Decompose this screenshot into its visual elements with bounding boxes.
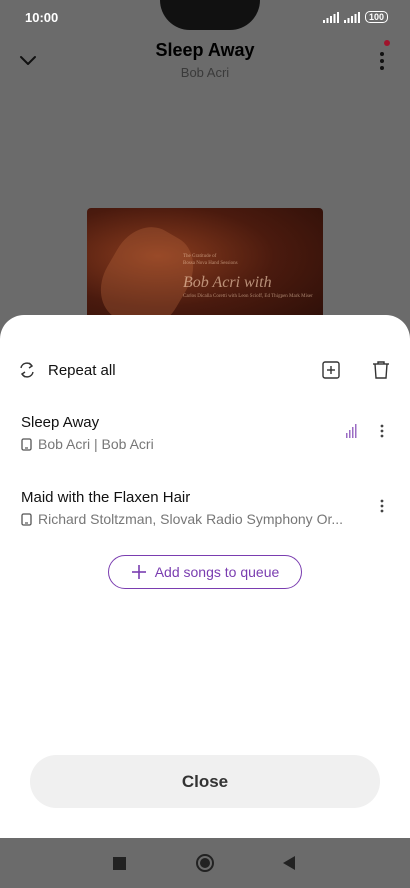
repeat-mode-label[interactable]: Repeat all — [48, 362, 116, 379]
add-songs-button[interactable]: Add songs to queue — [108, 555, 302, 589]
battery-indicator: 100 — [364, 11, 388, 23]
add-to-queue-icon[interactable] — [320, 359, 342, 381]
camera-notch — [160, 0, 260, 30]
song-title: Sleep Away — [155, 40, 255, 60]
home-icon[interactable] — [195, 853, 215, 873]
queue-toolbar: Repeat all — [0, 355, 410, 385]
back-icon[interactable] — [282, 855, 296, 871]
album-text-name: Bob Acri with — [183, 274, 272, 291]
more-vert-icon[interactable] — [372, 46, 392, 74]
album-art: The Gratitude of Bossa Nova Hand Session… — [87, 208, 323, 328]
device-icon — [21, 512, 32, 526]
song-artist: Bob Acri — [180, 65, 230, 80]
album-text-line2: Bossa Nova Hand Sessions — [183, 261, 238, 266]
navigation-bar — [0, 838, 410, 888]
queue-item-subtitle: Richard Stoltzman, Slovak Radio Symphony… — [21, 511, 343, 527]
album-text-line3: Carlos Dicalla Coretti with Leon Scioff,… — [183, 294, 313, 299]
recents-icon[interactable] — [113, 857, 126, 870]
status-bar: 10:00 100 — [0, 0, 410, 36]
player-header: Sleep Away Bob Acri — [0, 38, 410, 88]
queue-item-artist: Bob Acri | Bob Acri — [38, 436, 154, 452]
queue-item-artist: Richard Stoltzman, Slovak Radio Symphony… — [38, 511, 344, 527]
signal-icon-2 — [343, 11, 360, 23]
queue-item-title: Maid with the Flaxen Hair — [21, 489, 191, 506]
notification-dot — [384, 40, 390, 46]
album-text-line1: The Gratitude of — [183, 254, 217, 259]
album-art-shape — [87, 214, 207, 328]
equalizer-icon — [346, 424, 357, 438]
repeat-icon[interactable] — [17, 360, 37, 380]
add-songs-label: Add songs to queue — [154, 564, 280, 580]
status-icons: 100 — [322, 11, 388, 23]
signal-icon — [322, 11, 339, 23]
queue-item-subtitle: Bob Acri | Bob Acri — [21, 436, 154, 452]
clock: 10:00 — [25, 10, 59, 25]
music-player-screen: 10:00 100 Sleep Away Bob Acri The Gratit… — [0, 0, 410, 888]
close-button[interactable]: Close — [30, 755, 380, 808]
queue-sheet: Repeat all Sleep Away Bob Acri | Bob Acr… — [0, 315, 410, 838]
more-vert-icon[interactable] — [373, 497, 391, 515]
more-vert-icon[interactable] — [373, 422, 391, 440]
queue-item[interactable]: Sleep Away Bob Acri | Bob Acri — [0, 414, 410, 474]
queue-item-title: Sleep Away — [21, 414, 100, 431]
plus-icon — [131, 565, 146, 579]
queue-item[interactable]: Maid with the Flaxen Hair Richard Stoltz… — [0, 489, 410, 549]
device-icon — [21, 437, 32, 451]
trash-icon[interactable] — [370, 359, 392, 381]
